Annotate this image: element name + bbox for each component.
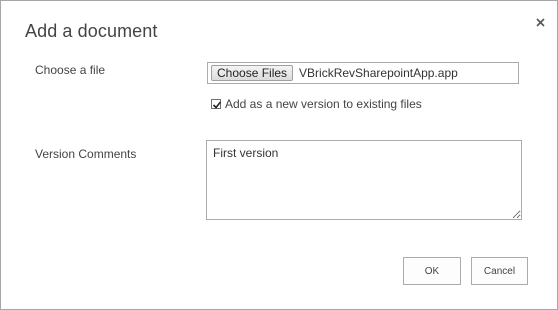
version-comments-label: Version Comments (35, 147, 137, 161)
ok-button[interactable]: OK (403, 257, 461, 285)
choose-file-label: Choose a file (35, 63, 106, 77)
checkmark-icon (212, 101, 222, 109)
choose-files-button[interactable]: Choose Files (211, 65, 294, 81)
version-comments-textarea[interactable]: First version (206, 140, 522, 220)
add-version-option: Add as a new version to existing files (211, 97, 422, 111)
add-document-dialog: Add a document Choose a file Choose File… (0, 0, 558, 310)
cancel-button[interactable]: Cancel (471, 257, 528, 285)
add-version-label: Add as a new version to existing files (225, 97, 422, 111)
add-version-checkbox[interactable] (211, 99, 222, 109)
dialog-title: Add a document (25, 21, 158, 41)
file-input[interactable]: Choose Files VBrickRevSharepointApp.app (207, 62, 519, 84)
selected-file-name: VBrickRevSharepointApp.app (299, 66, 458, 80)
close-icon[interactable] (533, 15, 549, 31)
